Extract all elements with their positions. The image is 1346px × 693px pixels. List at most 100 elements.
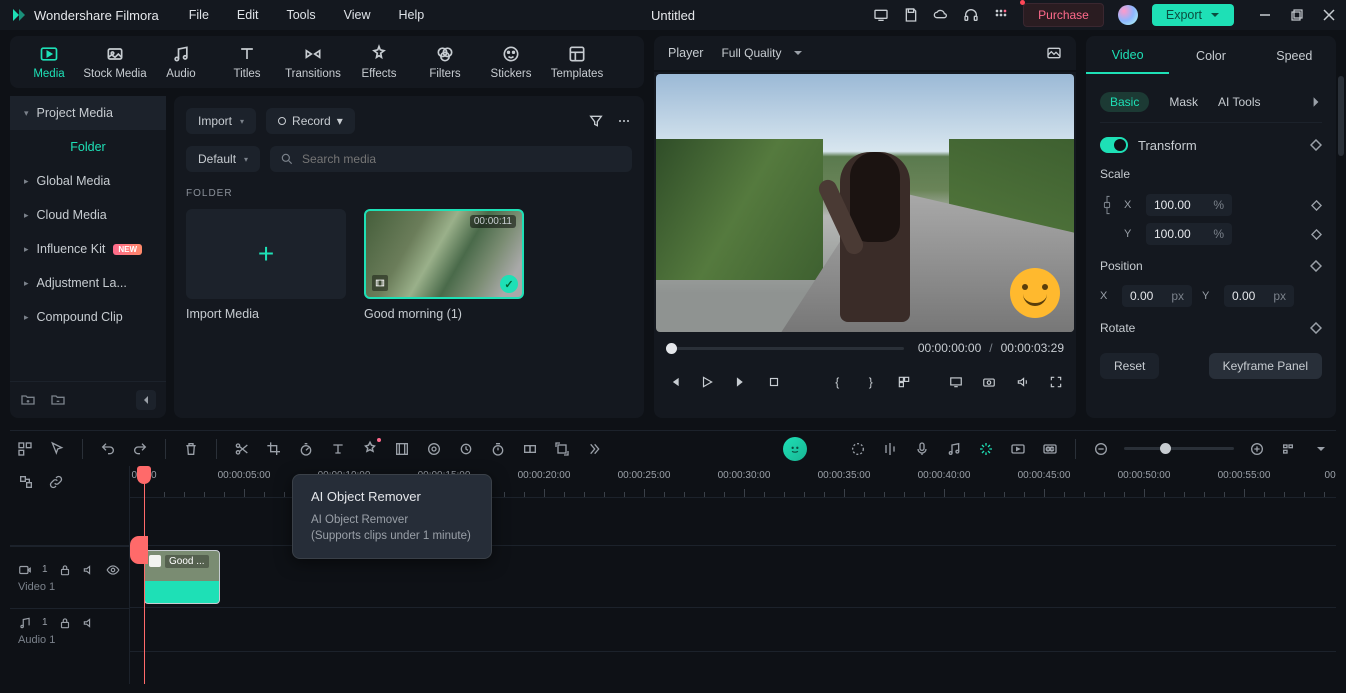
media-clip-card[interactable]: 00:00:11 ✓ Good morning (1) — [364, 209, 524, 321]
tl-text-icon[interactable] — [329, 440, 347, 458]
tab-transitions[interactable]: Transitions — [280, 40, 346, 84]
close-icon[interactable] — [1322, 8, 1336, 22]
tl-delete-icon[interactable] — [182, 440, 200, 458]
range-marker[interactable] — [130, 536, 148, 564]
menu-help[interactable]: Help — [399, 8, 425, 22]
tab-titles[interactable]: Titles — [214, 40, 280, 84]
subtab-basic[interactable]: Basic — [1100, 92, 1149, 112]
tl-expand-icon[interactable] — [553, 440, 571, 458]
record-dropdown[interactable]: Record▾ — [266, 108, 355, 134]
menu-file[interactable]: File — [189, 8, 209, 22]
tl-keyframe-icon[interactable] — [457, 440, 475, 458]
tab-media[interactable]: Media — [16, 40, 82, 84]
new-folder-icon[interactable] — [20, 392, 36, 408]
tl-zoom-out-icon[interactable] — [1092, 440, 1110, 458]
profile-avatar[interactable] — [1118, 5, 1138, 25]
tab-stickers[interactable]: Stickers — [478, 40, 544, 84]
keyframe-diamond-icon[interactable] — [1310, 322, 1322, 334]
keyframe-diamond-icon[interactable] — [1311, 200, 1322, 211]
minimize-icon[interactable] — [1258, 8, 1272, 22]
tl-zoom-in-icon[interactable] — [1248, 440, 1266, 458]
inspector-scrollbar[interactable] — [1338, 76, 1344, 156]
reset-button[interactable]: Reset — [1100, 353, 1159, 379]
tl-split-icon[interactable] — [233, 440, 251, 458]
link-axes-icon[interactable] — [1100, 193, 1114, 217]
keyframe-diamond-icon[interactable] — [1311, 229, 1322, 240]
menu-tools[interactable]: Tools — [286, 8, 315, 22]
headphones-icon[interactable] — [963, 7, 979, 23]
sidebar-influence-kit[interactable]: ▸Influence KitNEW — [10, 232, 166, 266]
tl-zoom-slider[interactable] — [1124, 447, 1234, 450]
tab-filters[interactable]: Filters — [412, 40, 478, 84]
sort-dropdown[interactable]: Default▾ — [186, 146, 260, 172]
tl-fit-icon[interactable] — [1280, 440, 1298, 458]
tab-audio[interactable]: Audio — [148, 40, 214, 84]
player-quality-dropdown[interactable]: Full Quality — [721, 46, 803, 60]
tl-speed-icon[interactable] — [297, 440, 315, 458]
subtab-ai-tools[interactable]: AI Tools — [1218, 95, 1260, 109]
audio-track-row[interactable] — [130, 608, 1336, 652]
save-icon[interactable] — [903, 7, 919, 23]
search-input[interactable] — [302, 152, 622, 166]
keyframe-diamond-icon[interactable] — [1310, 139, 1322, 151]
device-icon[interactable] — [873, 7, 889, 23]
more-icon[interactable] — [616, 113, 632, 129]
tl-color-icon[interactable] — [425, 440, 443, 458]
apps-icon[interactable] — [993, 7, 1009, 23]
sidebar-compound-clip[interactable]: ▸Compound Clip — [10, 300, 166, 334]
tl-settings-icon[interactable] — [16, 440, 34, 458]
tl-redo-icon[interactable] — [131, 440, 149, 458]
tab-templates[interactable]: Templates — [544, 40, 610, 84]
tl-cursor-icon[interactable] — [48, 440, 66, 458]
tl-audio-mix-icon[interactable] — [881, 440, 899, 458]
sidebar-cloud-media[interactable]: ▸Cloud Media — [10, 198, 166, 232]
tl-view-icon[interactable] — [1312, 440, 1330, 458]
tl-ai-object-remover-icon[interactable] — [361, 440, 379, 458]
cloud-icon[interactable] — [933, 7, 949, 23]
fullscreen-icon[interactable] — [1048, 374, 1063, 390]
inspector-tab-color[interactable]: Color — [1169, 39, 1252, 73]
sidebar-project-media[interactable]: ▾Project Media — [10, 96, 166, 130]
scale-y-input[interactable]: 100.00% — [1146, 223, 1232, 245]
tab-stock-media[interactable]: Stock Media — [82, 40, 148, 84]
tl-mic-icon[interactable] — [913, 440, 931, 458]
play-icon[interactable] — [699, 374, 714, 390]
keyframe-panel-button[interactable]: Keyframe Panel — [1209, 353, 1322, 379]
scale-x-input[interactable]: 100.00% — [1146, 194, 1232, 216]
prev-frame-icon[interactable] — [666, 374, 681, 390]
mark-out-icon[interactable]: } — [863, 374, 878, 390]
subtab-more-icon[interactable] — [1310, 96, 1322, 108]
tl-music-icon[interactable] — [945, 440, 963, 458]
sidebar-folder[interactable]: Folder — [10, 130, 166, 164]
position-x-input[interactable]: 0.00px — [1122, 285, 1192, 307]
transform-toggle[interactable] — [1100, 137, 1128, 153]
position-y-input[interactable]: 0.00px — [1224, 285, 1294, 307]
menu-view[interactable]: View — [344, 8, 371, 22]
camera-icon[interactable] — [981, 374, 996, 390]
tab-effects[interactable]: Effects — [346, 40, 412, 84]
tl-link-icon[interactable] — [48, 474, 64, 490]
snapshot-icon[interactable] — [1046, 45, 1062, 61]
lock-icon[interactable] — [58, 616, 72, 630]
mute-icon[interactable] — [82, 563, 96, 577]
filter-icon[interactable] — [588, 113, 604, 129]
player-scrubber[interactable] — [666, 347, 904, 350]
mark-in-icon[interactable]: { — [830, 374, 845, 390]
lock-icon[interactable] — [58, 563, 72, 577]
sidebar-global-media[interactable]: ▸Global Media — [10, 164, 166, 198]
menu-edit[interactable]: Edit — [237, 8, 259, 22]
import-dropdown[interactable]: Import▾ — [186, 108, 256, 134]
tl-ai-assistant-icon[interactable] — [783, 437, 807, 461]
import-media-card[interactable]: + Import Media — [186, 209, 346, 321]
search-box[interactable] — [270, 146, 632, 172]
keyframe-diamond-icon[interactable] — [1310, 260, 1322, 272]
tl-duration-icon[interactable] — [489, 440, 507, 458]
playhead-handle[interactable] — [137, 466, 151, 484]
tl-group-icon[interactable] — [521, 440, 539, 458]
timeline-clip[interactable]: Good ... — [144, 550, 220, 604]
display-icon[interactable] — [948, 374, 963, 390]
tl-marker-add-icon[interactable] — [849, 440, 867, 458]
maximize-icon[interactable] — [1290, 8, 1304, 22]
stop-icon[interactable] — [766, 374, 781, 390]
tl-undo-icon[interactable] — [99, 440, 117, 458]
